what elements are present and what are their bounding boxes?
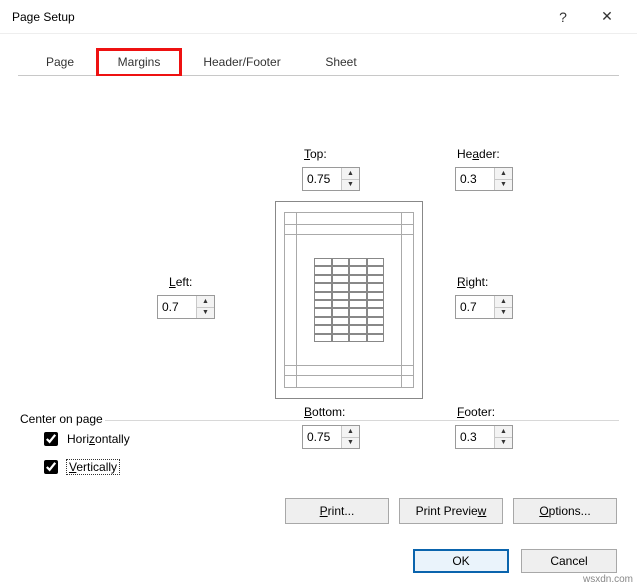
tab-header-footer[interactable]: Header/Footer	[182, 48, 302, 76]
checkbox-horizontally-label: Horizontally	[67, 432, 130, 446]
cancel-button[interactable]: Cancel	[521, 549, 617, 573]
label-header: Header:	[457, 147, 500, 161]
input-left[interactable]	[158, 296, 196, 318]
spinner-right-up[interactable]: ▲	[495, 296, 512, 307]
label-bottom: Bottom:	[304, 405, 345, 419]
center-on-page-group: Center on page Horizontally Vertically	[18, 420, 619, 480]
checkbox-vertically-input[interactable]	[44, 460, 58, 474]
print-button[interactable]: Print...	[285, 498, 389, 524]
help-button[interactable]: ?	[541, 2, 585, 32]
spinner-header-down[interactable]: ▼	[495, 179, 512, 191]
checkbox-horizontally[interactable]: Horizontally	[40, 429, 619, 449]
input-header[interactable]	[456, 168, 494, 190]
page-preview	[275, 201, 423, 399]
action-buttons: Print... Print Preview Options...	[285, 498, 617, 524]
label-right: Right:	[457, 275, 488, 289]
close-button[interactable]: ✕	[585, 2, 629, 32]
spinner-top[interactable]: ▲▼	[302, 167, 360, 191]
options-button[interactable]: Options...	[513, 498, 617, 524]
spinner-top-down[interactable]: ▼	[342, 179, 359, 191]
spinner-header-up[interactable]: ▲	[495, 168, 512, 179]
spinner-top-up[interactable]: ▲	[342, 168, 359, 179]
tab-margins[interactable]: Margins	[96, 48, 182, 76]
input-right[interactable]	[456, 296, 494, 318]
center-on-page-label: Center on page	[18, 412, 105, 426]
spinner-left[interactable]: ▲▼	[157, 295, 215, 319]
label-top: Top:	[304, 147, 327, 161]
print-preview-button[interactable]: Print Preview	[399, 498, 503, 524]
spinner-left-down[interactable]: ▼	[197, 307, 214, 319]
watermark: wsxdn.com	[583, 574, 633, 585]
dialog-footer: OK Cancel	[413, 549, 617, 573]
checkbox-vertically-label: Vertically	[67, 460, 119, 474]
spinner-right-down[interactable]: ▼	[495, 307, 512, 319]
dialog-title: Page Setup	[12, 10, 541, 24]
tab-strip: Page Margins Header/Footer Sheet	[18, 48, 619, 76]
spinner-header[interactable]: ▲▼	[455, 167, 513, 191]
input-top[interactable]	[303, 168, 341, 190]
titlebar: Page Setup ? ✕	[0, 0, 637, 34]
label-left: Left:	[169, 275, 192, 289]
checkbox-vertically[interactable]: Vertically	[40, 457, 619, 477]
tab-sheet[interactable]: Sheet	[302, 48, 380, 76]
spinner-right[interactable]: ▲▼	[455, 295, 513, 319]
checkbox-horizontally-input[interactable]	[44, 432, 58, 446]
spinner-left-up[interactable]: ▲	[197, 296, 214, 307]
label-footer: Footer:	[457, 405, 495, 419]
tab-page[interactable]: Page	[24, 48, 96, 76]
ok-button[interactable]: OK	[413, 549, 509, 573]
